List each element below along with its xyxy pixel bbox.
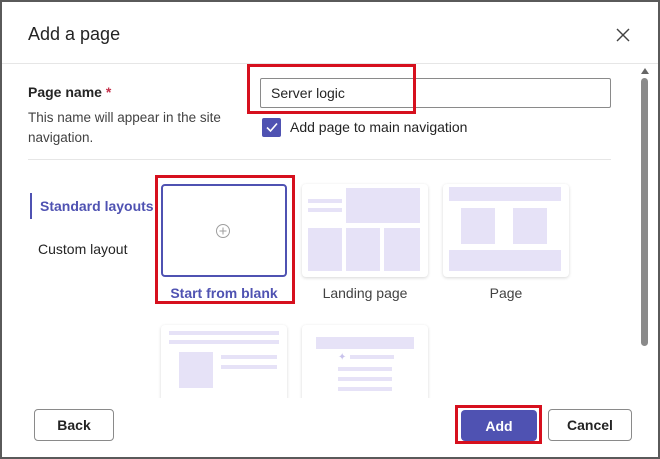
thumb-header-block (449, 187, 561, 201)
layout-tile-landing-page[interactable] (302, 184, 428, 277)
layout-label-page: Page (489, 285, 523, 301)
add-to-navigation-label: Add page to main navigation (290, 119, 468, 135)
sparkle-icon: ✦ (338, 352, 347, 363)
thumb-text-line (221, 365, 277, 369)
thumb-image-block (384, 228, 420, 271)
cancel-button[interactable]: Cancel (548, 409, 632, 441)
section-divider (28, 159, 611, 160)
dialog-header: Add a page (2, 2, 658, 64)
page-name-input[interactable] (260, 78, 611, 108)
thumb-footer-block (449, 250, 561, 271)
add-page-dialog: Add a page Page name * This name will ap… (0, 0, 660, 459)
thumb-image-block (179, 352, 213, 388)
required-marker: * (105, 84, 112, 100)
thumb-text-line (308, 208, 342, 212)
back-button[interactable]: Back (34, 409, 114, 441)
nav-standard-layouts[interactable]: Standard layouts (30, 193, 156, 219)
thumb-image-block (513, 208, 547, 244)
layout-tile-start-from-blank[interactable] (161, 184, 287, 277)
thumb-text-line (169, 331, 279, 335)
nav-custom-layout[interactable]: Custom layout (30, 241, 127, 257)
thumb-text-line (350, 355, 394, 359)
thumb-image-block (346, 228, 380, 271)
scrollbar-thumb[interactable] (641, 78, 648, 346)
add-button[interactable]: Add (461, 410, 537, 441)
page-name-label: Page name * (28, 84, 112, 100)
thumb-text-line (338, 377, 392, 381)
dialog-title: Add a page (28, 24, 121, 44)
thumb-text-line (308, 199, 342, 203)
close-icon[interactable] (614, 26, 632, 44)
thumb-image-block (308, 228, 342, 271)
thumb-text-line (169, 340, 279, 344)
layout-label-landing-page: Landing page (322, 285, 408, 301)
thumb-text-line (221, 355, 277, 359)
layout-label-start-from-blank: Start from blank (170, 285, 278, 301)
add-to-navigation-checkbox[interactable]: Add page to main navigation (262, 117, 467, 137)
thumb-image-block (461, 208, 495, 244)
thumb-text-line (338, 367, 392, 371)
thumb-hero-block (346, 188, 420, 223)
plus-circle-icon (216, 224, 230, 238)
thumb-text-line (338, 387, 392, 391)
thumb-header-block (316, 337, 414, 349)
checkmark-icon (262, 117, 281, 137)
scroll-up-arrow-icon[interactable] (641, 68, 649, 74)
layout-tile-page[interactable] (443, 184, 569, 277)
scrollbar[interactable] (640, 68, 650, 398)
page-name-description: This name will appear in the site naviga… (28, 110, 221, 145)
